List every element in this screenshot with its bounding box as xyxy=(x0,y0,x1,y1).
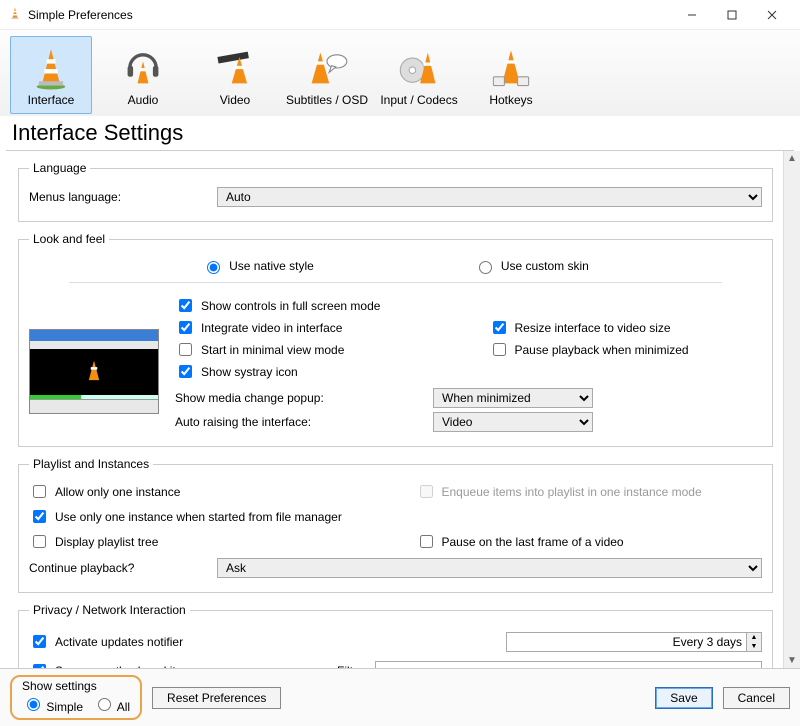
category-label: Hotkeys xyxy=(489,93,532,107)
scroll-up-icon[interactable]: ▲ xyxy=(787,153,797,164)
lookfeel-legend: Look and feel xyxy=(29,232,109,246)
integrate-video-checkbox[interactable]: Integrate video in interface xyxy=(175,318,449,337)
cone-icon xyxy=(27,45,75,91)
category-label: Subtitles / OSD xyxy=(286,93,368,107)
footer: Show settings Simple All Reset Preferenc… xyxy=(0,668,800,726)
close-button[interactable] xyxy=(752,1,792,29)
spinner-down-icon[interactable]: ▼ xyxy=(747,642,761,651)
resize-interface-checkbox[interactable]: Resize interface to video size xyxy=(489,318,763,337)
category-label: Input / Codecs xyxy=(380,93,457,107)
start-minimal-checkbox[interactable]: Start in minimal view mode xyxy=(175,340,449,359)
lookfeel-group: Look and feel Use native style Use custo… xyxy=(18,232,773,447)
filter-input[interactable] xyxy=(375,661,762,669)
fullscreen-controls-checkbox[interactable]: Show controls in full screen mode xyxy=(175,296,449,315)
disc-cone-icon xyxy=(395,45,443,91)
show-all-radio[interactable]: All xyxy=(93,695,130,714)
spinner-up-icon[interactable]: ▲ xyxy=(747,633,761,642)
updates-notifier-checkbox[interactable]: Activate updates notifier xyxy=(29,632,498,651)
media-popup-select[interactable]: When minimized xyxy=(433,388,593,408)
systray-checkbox[interactable]: Show systray icon xyxy=(175,362,449,381)
category-subtitles[interactable]: Subtitles / OSD xyxy=(286,36,368,114)
privacy-group: Privacy / Network Interaction Activate u… xyxy=(18,603,773,668)
playlist-legend: Playlist and Instances xyxy=(29,457,153,471)
menus-language-select[interactable]: Auto xyxy=(217,187,762,207)
page-title: Interface Settings xyxy=(12,120,788,146)
category-label: Video xyxy=(220,93,250,107)
category-label: Interface xyxy=(28,93,75,107)
language-group: Language Menus language: Auto xyxy=(18,161,773,222)
auto-raise-label: Auto raising the interface: xyxy=(175,415,425,429)
show-settings-label: Show settings xyxy=(22,679,130,693)
continue-playback-label: Continue playback? xyxy=(29,561,209,575)
menus-language-label: Menus language: xyxy=(29,190,209,204)
cancel-button[interactable]: Cancel xyxy=(723,687,790,709)
reset-preferences-button[interactable]: Reset Preferences xyxy=(152,687,281,709)
pause-minimized-checkbox[interactable]: Pause playback when minimized xyxy=(489,340,763,359)
settings-content: Language Menus language: Auto Look and f… xyxy=(0,151,783,668)
custom-skin-radio[interactable]: Use custom skin xyxy=(474,258,589,274)
media-popup-label: Show media change popup: xyxy=(175,391,425,405)
language-legend: Language xyxy=(29,161,90,175)
headphones-cone-icon xyxy=(119,45,167,91)
save-recent-checkbox[interactable]: Save recently played items xyxy=(29,661,329,668)
window-title: Simple Preferences xyxy=(28,8,672,22)
save-button[interactable]: Save xyxy=(655,687,712,709)
bubble-cone-icon xyxy=(303,45,351,91)
category-video[interactable]: Video xyxy=(194,36,276,114)
titlebar: Simple Preferences xyxy=(0,0,800,30)
category-hotkeys[interactable]: Hotkeys xyxy=(470,36,552,114)
vertical-scrollbar[interactable]: ▲ ▼ xyxy=(783,151,800,668)
enqueue-checkbox: Enqueue items into playlist in one insta… xyxy=(416,482,763,501)
clapper-cone-icon xyxy=(211,45,259,91)
show-simple-radio[interactable]: Simple xyxy=(22,695,83,714)
auto-raise-select[interactable]: Video xyxy=(433,412,593,432)
continue-playback-select[interactable]: Ask xyxy=(217,558,762,578)
category-input[interactable]: Input / Codecs xyxy=(378,36,460,114)
playlist-group: Playlist and Instances Allow only one in… xyxy=(18,457,773,593)
scroll-down-icon[interactable]: ▼ xyxy=(787,655,797,666)
pause-last-frame-checkbox[interactable]: Pause on the last frame of a video xyxy=(416,532,763,551)
category-toolbar: Interface Audio Video Subtitles / OSD In… xyxy=(0,30,800,116)
native-style-radio[interactable]: Use native style xyxy=(202,258,314,274)
minimize-button[interactable] xyxy=(672,1,712,29)
app-icon xyxy=(8,6,22,23)
category-interface[interactable]: Interface xyxy=(10,36,92,114)
maximize-button[interactable] xyxy=(712,1,752,29)
show-settings-group: Show settings Simple All xyxy=(10,675,142,720)
category-label: Audio xyxy=(128,93,159,107)
display-tree-checkbox[interactable]: Display playlist tree xyxy=(29,532,376,551)
interface-preview xyxy=(29,329,159,414)
updates-interval-spinner[interactable]: ▲▼ xyxy=(506,632,762,652)
keys-cone-icon xyxy=(487,45,535,91)
one-instance-fm-checkbox[interactable]: Use only one instance when started from … xyxy=(29,507,762,526)
one-instance-checkbox[interactable]: Allow only one instance xyxy=(29,482,376,501)
category-audio[interactable]: Audio xyxy=(102,36,184,114)
privacy-legend: Privacy / Network Interaction xyxy=(29,603,190,617)
